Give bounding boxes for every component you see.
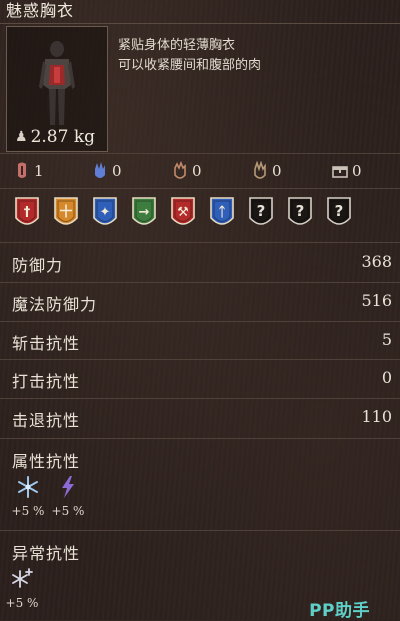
requirement-chest: 0 bbox=[332, 158, 362, 184]
stat-value: 5 bbox=[381, 329, 392, 349]
requirements-row: 1 0 0 0 0 bbox=[0, 158, 400, 184]
item-portrait: ♟ 2.87 kg bbox=[6, 26, 108, 152]
lightning-resistance: +5 % bbox=[50, 475, 86, 518]
stat-row: 打击抗性 0 bbox=[0, 360, 400, 397]
divider bbox=[0, 438, 400, 439]
stat-label: 击退抗性 bbox=[12, 411, 81, 431]
strength-hand-icon bbox=[18, 162, 26, 178]
title-divider bbox=[0, 23, 400, 24]
svg-text:?: ? bbox=[335, 202, 344, 220]
arrow-badge-icon: → bbox=[131, 196, 156, 230]
frost-icon bbox=[18, 476, 38, 498]
frostbite-icon bbox=[12, 568, 33, 588]
stat-value: 368 bbox=[361, 252, 392, 271]
svg-text:?: ? bbox=[257, 202, 266, 220]
watermark: PP助手 bbox=[309, 601, 370, 621]
svg-text:ᛏ: ᛏ bbox=[218, 205, 226, 220]
requirement-value: 1 bbox=[34, 162, 44, 180]
requirement-dexterity: 0 bbox=[92, 158, 122, 184]
chest-icon bbox=[332, 166, 348, 178]
divider bbox=[0, 242, 400, 243]
staff-badge-icon: ✦ bbox=[92, 196, 117, 230]
stat-row: 魔法防御力 516 bbox=[0, 283, 400, 320]
requirement-faith: 0 bbox=[172, 158, 202, 184]
status-resistance-label: 异常抗性 bbox=[12, 544, 81, 563]
unknown-badge-icon: ? bbox=[248, 196, 273, 230]
item-description: 紧贴身体的轻薄胸衣 可以收紧腰间和腹部的肉 bbox=[118, 36, 388, 76]
weight-value: 2.87 kg bbox=[30, 127, 96, 147]
stat-row: 击退抗性 110 bbox=[0, 399, 400, 436]
svg-text:†: † bbox=[24, 205, 31, 220]
sword-badge-icon: † bbox=[14, 196, 39, 230]
frost-resistance: +5 % bbox=[10, 475, 46, 518]
svg-text:十: 十 bbox=[59, 204, 72, 220]
weight-display: ♟ 2.87 kg bbox=[15, 127, 95, 147]
attribute-resistance-label: 属性抗性 bbox=[12, 452, 81, 471]
svg-text:?: ? bbox=[296, 202, 305, 220]
frostbite-resistance: +5 % bbox=[4, 567, 40, 610]
stat-value: 110 bbox=[361, 407, 392, 427]
frostbite-resistance-value: +5 % bbox=[5, 596, 39, 610]
intelligence-hand-icon bbox=[254, 161, 266, 179]
stat-label: 打击抗性 bbox=[12, 372, 81, 392]
divider bbox=[0, 530, 400, 531]
divider bbox=[0, 153, 400, 154]
requirement-value: 0 bbox=[352, 162, 362, 180]
requirement-value: 0 bbox=[272, 162, 282, 180]
faith-hand-icon bbox=[174, 161, 186, 179]
stat-value: 516 bbox=[361, 290, 392, 310]
rune-badge-icon: ᛏ bbox=[209, 196, 234, 230]
weight-icon: ♟ bbox=[15, 129, 28, 145]
stat-label: 斩击抗性 bbox=[12, 333, 81, 353]
description-line: 紧贴身体的轻薄胸衣 bbox=[118, 38, 236, 53]
lightning-icon bbox=[62, 476, 74, 498]
stat-value: 0 bbox=[381, 368, 392, 388]
divider bbox=[0, 188, 400, 189]
stat-row: 斩击抗性 5 bbox=[0, 322, 400, 359]
axe-badge-icon: ⚒ bbox=[170, 196, 195, 230]
stat-label: 魔法防御力 bbox=[12, 294, 98, 314]
unknown-badge-icon: ? bbox=[326, 196, 351, 230]
svg-text:✦: ✦ bbox=[100, 205, 111, 220]
frost-resistance-value: +5 % bbox=[11, 504, 45, 518]
requirement-value: 0 bbox=[192, 162, 202, 180]
requirement-intelligence: 0 bbox=[252, 158, 282, 184]
unknown-badge-icon: ? bbox=[287, 196, 312, 230]
description-line: 可以收紧腰间和腹部的肉 bbox=[118, 58, 262, 73]
stat-row: 防御力 368 bbox=[0, 244, 400, 281]
dexterity-hand-icon bbox=[95, 162, 105, 178]
svg-text:→: → bbox=[139, 205, 150, 220]
crossbow-badge-icon: 十 bbox=[53, 196, 78, 230]
item-name: 魅惑胸衣 bbox=[6, 1, 75, 20]
lightning-resistance-value: +5 % bbox=[51, 504, 85, 518]
requirement-value: 0 bbox=[112, 162, 122, 180]
stat-label: 防御力 bbox=[12, 256, 64, 275]
requirement-strength: 1 bbox=[14, 158, 44, 184]
svg-text:⚒: ⚒ bbox=[177, 205, 189, 220]
